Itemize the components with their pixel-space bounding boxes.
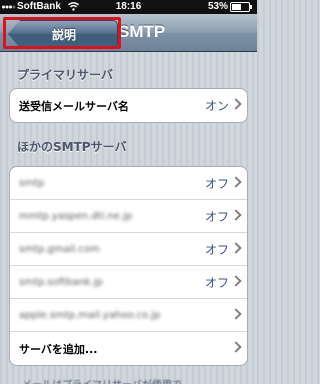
server-row[interactable]: smtp.softbank.jp オフ xyxy=(10,266,247,299)
row-value: オン xyxy=(204,99,229,113)
server-row[interactable]: mmtp.yaspen.dti.ne.jp オフ xyxy=(10,200,247,233)
row-label: smtp.softbank.jp xyxy=(19,276,103,288)
section-header-primary: プライマリサーバ xyxy=(17,68,113,82)
section-header-other: ほかのSMTPサーバ xyxy=(17,140,127,154)
row-value: オフ xyxy=(204,242,229,257)
server-row[interactable]: smtp.gmail.com オフ xyxy=(10,233,247,266)
chevron-right-icon xyxy=(230,308,242,320)
row-label: smtp xyxy=(19,177,45,189)
other-servers-group: smtp オフ mmtp.yaspen.dti.ne.jp オフ smtp.gm… xyxy=(9,166,248,366)
chevron-right-icon xyxy=(230,275,242,287)
chevron-right-icon xyxy=(230,242,242,254)
footer-note: メールはプライマリサーバが使用で xyxy=(22,376,182,384)
row-value: オフ xyxy=(204,275,229,290)
navigation-bar: 説明 SMTP xyxy=(0,14,257,52)
primary-server-row[interactable]: 送受信メールサーバ名 オン xyxy=(10,89,247,122)
row-label: 送受信メールサーバ名 xyxy=(19,99,129,113)
row-label: apple.smtp.mail.yahoo.co.jp xyxy=(19,309,161,321)
chevron-right-icon xyxy=(230,341,242,353)
chevron-right-icon xyxy=(230,209,242,221)
page-title: SMTP xyxy=(118,22,166,41)
add-server-label: サーバを追加... xyxy=(19,342,98,356)
back-button[interactable]: 説明 xyxy=(8,20,118,48)
row-value: オフ xyxy=(204,176,229,191)
chevron-right-icon xyxy=(230,176,242,188)
row-label: mmtp.yaspen.dti.ne.jp xyxy=(19,210,133,222)
chevron-right-icon xyxy=(230,98,242,110)
server-row[interactable]: apple.smtp.mail.yahoo.co.jp xyxy=(10,299,247,332)
add-server-row[interactable]: サーバを追加... xyxy=(10,332,247,365)
battery-icon xyxy=(230,2,252,12)
battery-percent: 53% xyxy=(208,1,229,12)
row-label: smtp.gmail.com xyxy=(19,243,100,255)
status-bar: SoftBank 18:16 53% xyxy=(0,0,257,14)
server-row[interactable]: smtp オフ xyxy=(10,167,247,200)
row-value: オフ xyxy=(204,209,229,224)
back-button-label: 説明 xyxy=(51,28,76,42)
primary-server-group: 送受信メールサーバ名 オン xyxy=(9,88,248,123)
